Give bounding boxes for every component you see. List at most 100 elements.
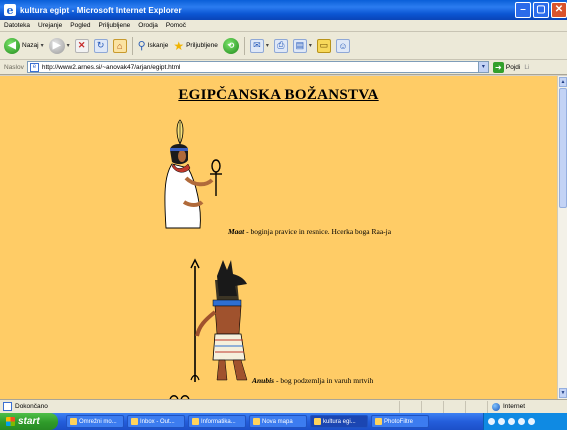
menu-view[interactable]: Pogled xyxy=(70,22,90,29)
status-panel xyxy=(421,400,443,413)
tray-icon[interactable] xyxy=(518,418,525,425)
outlook-icon xyxy=(131,418,138,425)
minimize-button[interactable]: – xyxy=(515,2,531,18)
messenger-icon[interactable]: ☺ xyxy=(335,38,350,53)
toolbar-separator xyxy=(131,36,133,55)
page-icon: e xyxy=(29,62,39,72)
edit-dropdown-icon[interactable]: ▾ xyxy=(309,42,312,49)
anubis-caption: Anubis - bog podzemlja in varuh mrtvih xyxy=(252,376,373,385)
window-controls: – ▢ ✕ xyxy=(515,2,567,18)
favorites-label: Priljubljene xyxy=(186,42,218,49)
globe-icon xyxy=(492,402,500,411)
address-label: Naslov xyxy=(4,63,24,71)
status-text: Dokončano xyxy=(15,403,48,410)
menu-edit[interactable]: Urejanje xyxy=(38,22,62,29)
menu-tools[interactable]: Orodja xyxy=(138,22,158,29)
maximize-button[interactable]: ▢ xyxy=(533,2,549,18)
folder-icon xyxy=(192,418,199,425)
maat-image xyxy=(164,119,222,229)
folder-icon xyxy=(253,418,260,425)
taskbar-tasks: Omrežni mo... Inbox - Out... Informatika… xyxy=(66,415,429,428)
taskbar-item[interactable]: Omrežni mo... xyxy=(66,415,124,428)
search-label: Iskanje xyxy=(147,42,169,49)
edit-button[interactable]: ▤ ▾ xyxy=(292,38,312,53)
folder-icon[interactable]: ▭ xyxy=(316,38,331,53)
history-icon[interactable]: ⟲ xyxy=(222,37,239,54)
print-icon[interactable]: ⎙ xyxy=(273,38,288,53)
god-description: - boginja pravice in resnice. Hcerka bog… xyxy=(244,227,392,236)
stop-icon[interactable]: ✕ xyxy=(74,38,89,53)
vertical-scrollbar[interactable]: ▲ ▼ xyxy=(557,76,567,399)
mail-icon: ✉ xyxy=(249,38,264,53)
scrollbar-thumb[interactable] xyxy=(559,88,567,208)
go-arrow-icon: ➜ xyxy=(492,61,504,73)
status-panel xyxy=(465,400,487,413)
back-button[interactable]: ◀ Nazaj ▾ xyxy=(4,37,44,54)
status-panel xyxy=(399,400,421,413)
back-label: Nazaj xyxy=(22,42,39,49)
title-bar[interactable]: kultura egipt - Microsoft Internet Explo… xyxy=(0,0,567,20)
taskbar-item[interactable]: kultura egi... xyxy=(310,415,368,428)
photofiltre-icon xyxy=(375,418,382,425)
internet-explorer-icon xyxy=(314,418,321,425)
maat-caption: Maat - boginja pravice in resnice. Hcerk… xyxy=(228,227,391,236)
windows-flag-icon xyxy=(6,417,15,426)
scroll-down-icon[interactable]: ▼ xyxy=(559,388,567,398)
menu-favorites[interactable]: Priljubljene xyxy=(99,22,131,29)
links-toolbar[interactable]: Li xyxy=(524,64,529,71)
address-input[interactable]: e http://www2.arnes.si/~anovak47/arjan/e… xyxy=(26,61,489,73)
start-button[interactable]: start xyxy=(0,413,58,430)
menu-file[interactable]: Datoteka xyxy=(4,22,30,29)
address-dropdown-icon[interactable]: ▾ xyxy=(477,62,488,72)
mail-button[interactable]: ✉ ▾ xyxy=(249,38,269,53)
address-bar: Naslov e http://www2.arnes.si/~anovak47/… xyxy=(0,60,567,75)
go-button[interactable]: ➜ Pojdi xyxy=(492,61,520,73)
close-button[interactable]: ✕ xyxy=(551,2,567,18)
network-icon xyxy=(70,418,77,425)
toolbar-separator xyxy=(243,36,245,55)
search-button[interactable]: ⚲ Iskanje xyxy=(138,39,169,52)
standard-toolbar: ◀ Nazaj ▾ ▶ ▾ ✕ ↻ ⌂ ⚲ Iskanje ★ Priljubl… xyxy=(0,32,567,60)
back-arrow-icon: ◀ xyxy=(4,37,20,54)
page-content: EGIPČANSKA BOŽANSTVA Maat - boginja prav… xyxy=(0,76,557,399)
taskbar-item[interactable]: Informatika... xyxy=(188,415,246,428)
taskbar-item-label: PhotoFiltre xyxy=(384,418,414,425)
tray-icon[interactable] xyxy=(508,418,515,425)
page-done-icon xyxy=(3,402,12,411)
tray-icon[interactable] xyxy=(528,418,535,425)
god-name: Maat xyxy=(228,227,245,236)
internet-explorer-icon xyxy=(4,4,16,16)
start-label: start xyxy=(18,416,40,427)
tray-icon[interactable] xyxy=(488,418,495,425)
star-icon: ★ xyxy=(173,38,185,53)
system-tray xyxy=(483,413,567,430)
taskbar-item-label: Informatika... xyxy=(201,418,236,425)
zone-text: Internet xyxy=(503,403,526,410)
forward-dropdown-icon[interactable]: ▾ xyxy=(67,42,70,49)
page-heading: EGIPČANSKA BOŽANSTVA xyxy=(178,87,379,103)
favorites-button[interactable]: ★ Priljubljene xyxy=(173,39,218,53)
forward-arrow-icon: ▶ xyxy=(48,37,65,54)
forward-button[interactable]: ▶ ▾ xyxy=(48,37,70,54)
mail-dropdown-icon[interactable]: ▾ xyxy=(266,42,269,49)
security-zone[interactable]: Internet xyxy=(487,400,567,413)
address-url: http://www2.arnes.si/~anovak47/arjan/egi… xyxy=(41,63,181,71)
status-panels: Internet xyxy=(399,400,567,413)
scroll-up-icon[interactable]: ▲ xyxy=(559,77,567,87)
home-icon[interactable]: ⌂ xyxy=(112,38,127,53)
taskbar-item[interactable]: PhotoFiltre xyxy=(371,415,429,428)
god-name: Anubis xyxy=(252,376,275,385)
ie-window: kultura egipt - Microsoft Internet Explo… xyxy=(0,0,567,430)
back-dropdown-icon[interactable]: ▾ xyxy=(41,42,44,49)
next-god-image xyxy=(169,395,190,399)
taskbar-item-label: Inbox - Out... xyxy=(140,418,175,425)
anubis-image xyxy=(190,258,248,382)
refresh-icon[interactable]: ↻ xyxy=(93,38,108,53)
taskbar-item[interactable]: Nova mapa xyxy=(249,415,307,428)
menu-bar: Datoteka Urejanje Pogled Priljubljene Or… xyxy=(0,20,567,32)
menu-help[interactable]: Pomoč xyxy=(166,22,186,29)
tray-icon[interactable] xyxy=(498,418,505,425)
taskbar-item-label: kultura egi... xyxy=(323,418,356,425)
taskbar-item[interactable]: Inbox - Out... xyxy=(127,415,185,428)
windows-taskbar: start Omrežni mo... Inbox - Out... Infor… xyxy=(0,413,567,430)
